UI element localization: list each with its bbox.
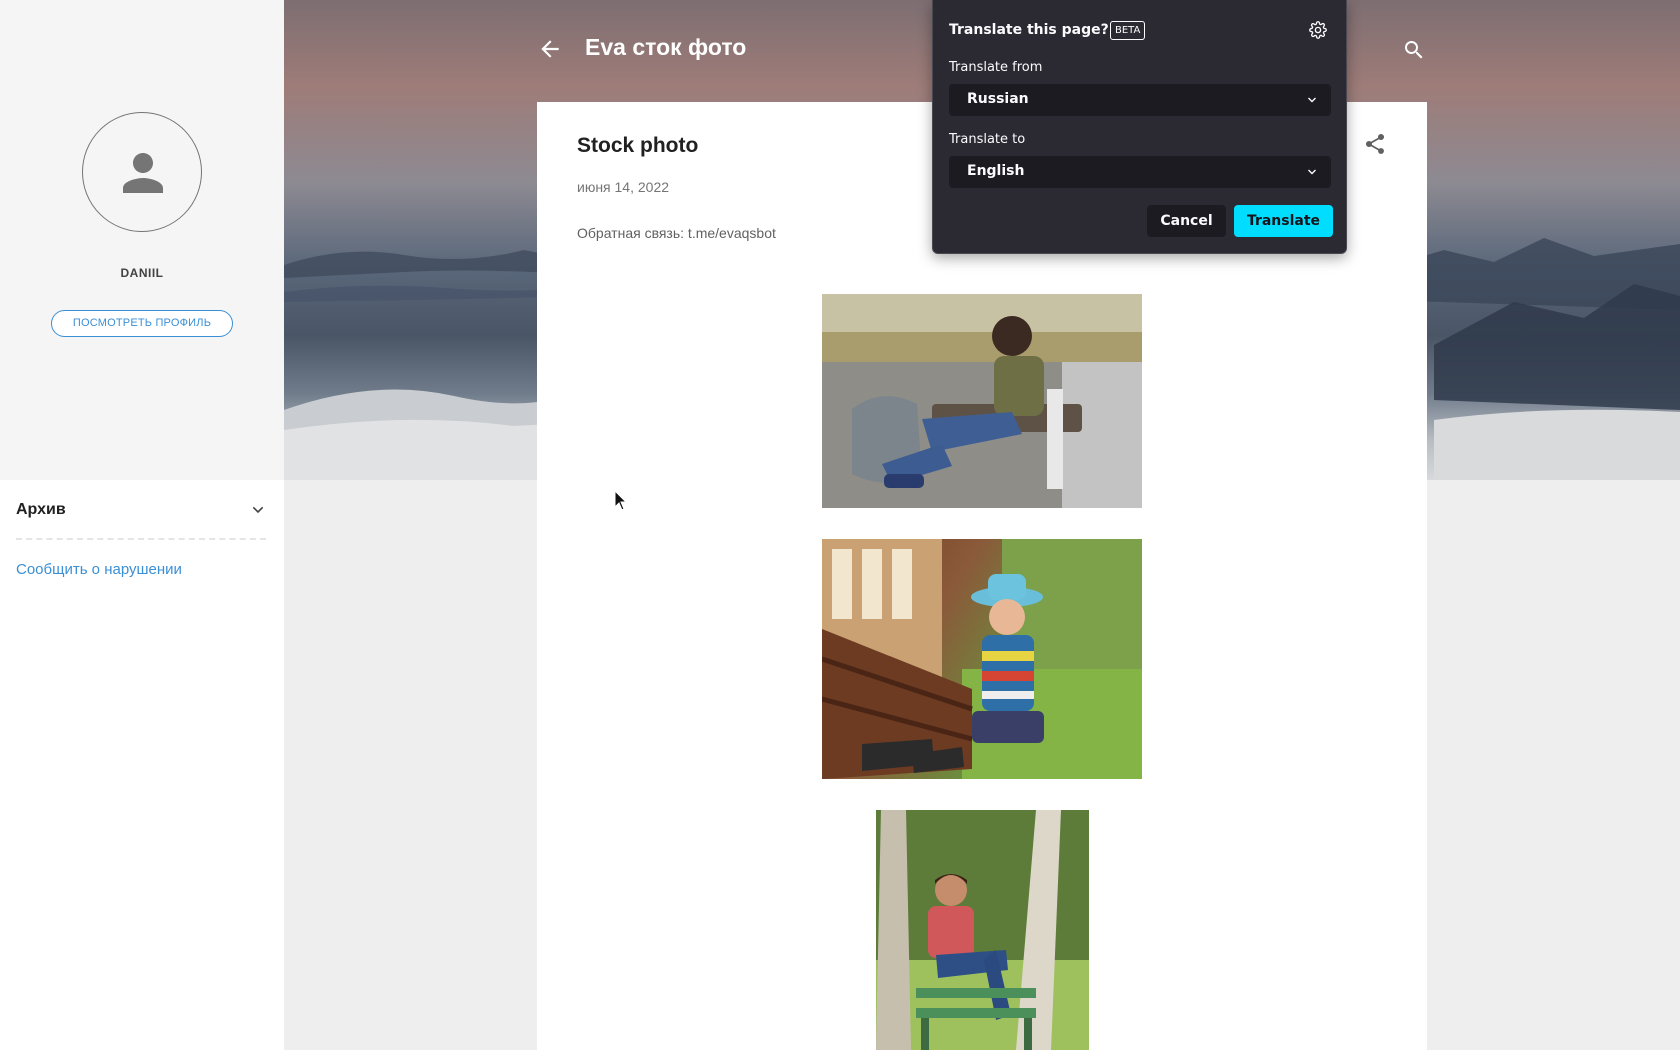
translate-button[interactable]: Translate	[1234, 205, 1333, 237]
search-icon	[1405, 41, 1423, 59]
share-icon	[1366, 133, 1385, 154]
share-button[interactable]	[1363, 132, 1387, 156]
settings-button[interactable]	[1309, 21, 1327, 39]
translate-popup-title: Translate this page?	[949, 22, 1109, 38]
view-profile-button[interactable]: ПОСМОТРЕТЬ ПРОФИЛЬ	[51, 310, 233, 337]
post-photo[interactable]	[876, 810, 1089, 1050]
gear-icon	[1309, 21, 1327, 39]
translate-to-value: English	[967, 163, 1025, 179]
search-button[interactable]	[1402, 38, 1426, 62]
translate-from-select[interactable]: Russian	[949, 84, 1331, 116]
chevron-down-icon	[252, 506, 264, 514]
archive-label: Архив	[16, 501, 66, 518]
translate-from-value: Russian	[967, 91, 1029, 107]
translate-to-select[interactable]: English	[949, 156, 1331, 188]
translate-popup: Translate this page? BETA Translate from…	[932, 0, 1347, 254]
post-title: Stock photo	[577, 134, 699, 157]
avatar[interactable]	[82, 112, 202, 232]
sidebar: DANIIL ПОСМОТРЕТЬ ПРОФИЛЬ Архив Сообщить…	[0, 0, 284, 1050]
report-abuse-link[interactable]: Сообщить о нарушении	[16, 561, 182, 578]
boy-on-bench-photo	[822, 294, 1142, 508]
archive-toggle[interactable]: Архив	[16, 498, 266, 522]
boy-with-hat-photo	[822, 539, 1142, 779]
translate-from-label: Translate from	[949, 60, 1043, 75]
post-photo[interactable]	[822, 539, 1142, 779]
profile-section: DANIIL ПОСМОТРЕТЬ ПРОФИЛЬ	[0, 0, 284, 480]
divider	[16, 538, 266, 540]
profile-name: DANIIL	[120, 266, 164, 280]
translate-to-label: Translate to	[949, 132, 1026, 147]
beta-badge: BETA	[1110, 21, 1146, 40]
person-icon	[123, 153, 163, 193]
post-date[interactable]: июня 14, 2022	[577, 179, 669, 195]
post-body-text: Обратная связь: t.me/evaqsbot	[577, 225, 776, 241]
back-button[interactable]	[537, 36, 563, 62]
cancel-button[interactable]: Cancel	[1147, 205, 1226, 237]
chevron-down-icon	[1308, 169, 1316, 175]
blog-title[interactable]: Eva сток фото	[585, 34, 746, 61]
mouse-cursor-icon	[614, 490, 628, 511]
post-photo[interactable]	[822, 294, 1142, 508]
chevron-down-icon	[1308, 97, 1316, 103]
boy-on-park-bench-photo	[876, 810, 1089, 1050]
arrow-left-icon	[541, 40, 559, 58]
